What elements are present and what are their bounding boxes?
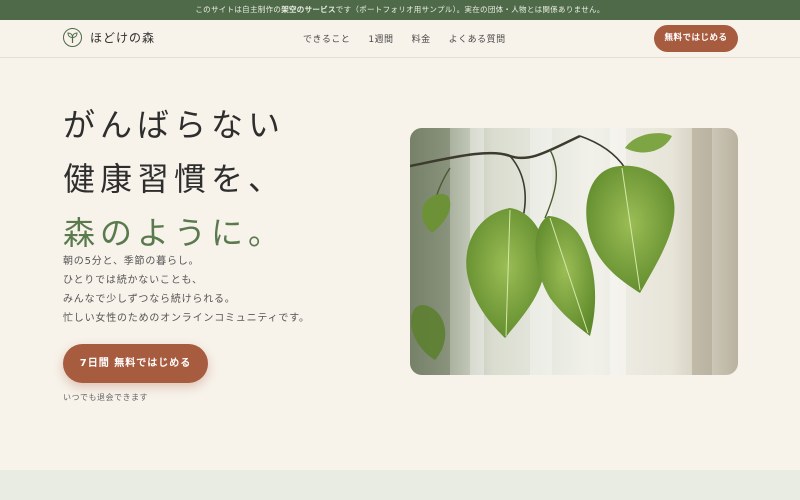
disclaimer-text-end: です（ポートフォリオ用サンプル）。実在の団体・人物とは関係ありません。 [335, 5, 605, 14]
hero-start-trial-button[interactable]: 7日間 無料ではじめる [63, 344, 208, 383]
disclaimer-banner: このサイトは自主制作の架空のサービスです（ポートフォリオ用サンプル）。実在の団体… [0, 0, 800, 20]
nav-link-pricing[interactable]: 料金 [412, 32, 431, 45]
disclaimer-emphasis: 架空のサービス [281, 5, 336, 14]
next-section-band [0, 470, 800, 500]
hero-description-line-1: 朝の5分と、季節の暮らし。 [63, 256, 200, 267]
disclaimer-text: このサイトは自主制作の [195, 5, 282, 14]
nav-link-features[interactable]: できること [303, 32, 350, 45]
hero-description: 朝の5分と、季節の暮らし。 ひとりでは続かないことも、 みんなで少しずつなら続け… [63, 252, 310, 328]
logo[interactable]: ほどけの森 [63, 28, 155, 47]
nav-link-faq[interactable]: よくある質問 [449, 32, 506, 45]
main-nav: できること 1週間 料金 よくある質問 [303, 32, 524, 45]
hero-description-line-3: みんなで少しずつなら続けられる。 [63, 294, 236, 305]
hero-title-line-2: 健康習慣を、 [63, 160, 286, 198]
nav-link-week[interactable]: 1週間 [368, 32, 393, 45]
hero-leaves-photo [410, 128, 738, 375]
hero-description-line-4: 忙しい女性のためのオンラインコミュニティです。 [63, 313, 310, 324]
sprout-icon [63, 28, 82, 47]
hero-title: がんばらない 健康習慣を、 森のように。 [63, 98, 285, 260]
header-start-free-button[interactable]: 無料ではじめる [654, 25, 738, 52]
site-header: ほどけの森 できること 1週間 料金 よくある質問 無料ではじめる [0, 20, 800, 58]
hero-title-line-1: がんばらない [63, 106, 286, 144]
hero-description-line-2: ひとりでは続かないことも、 [63, 275, 203, 286]
cancel-anytime-note: いつでも退会できます [63, 393, 148, 402]
brand-name: ほどけの森 [90, 31, 156, 45]
